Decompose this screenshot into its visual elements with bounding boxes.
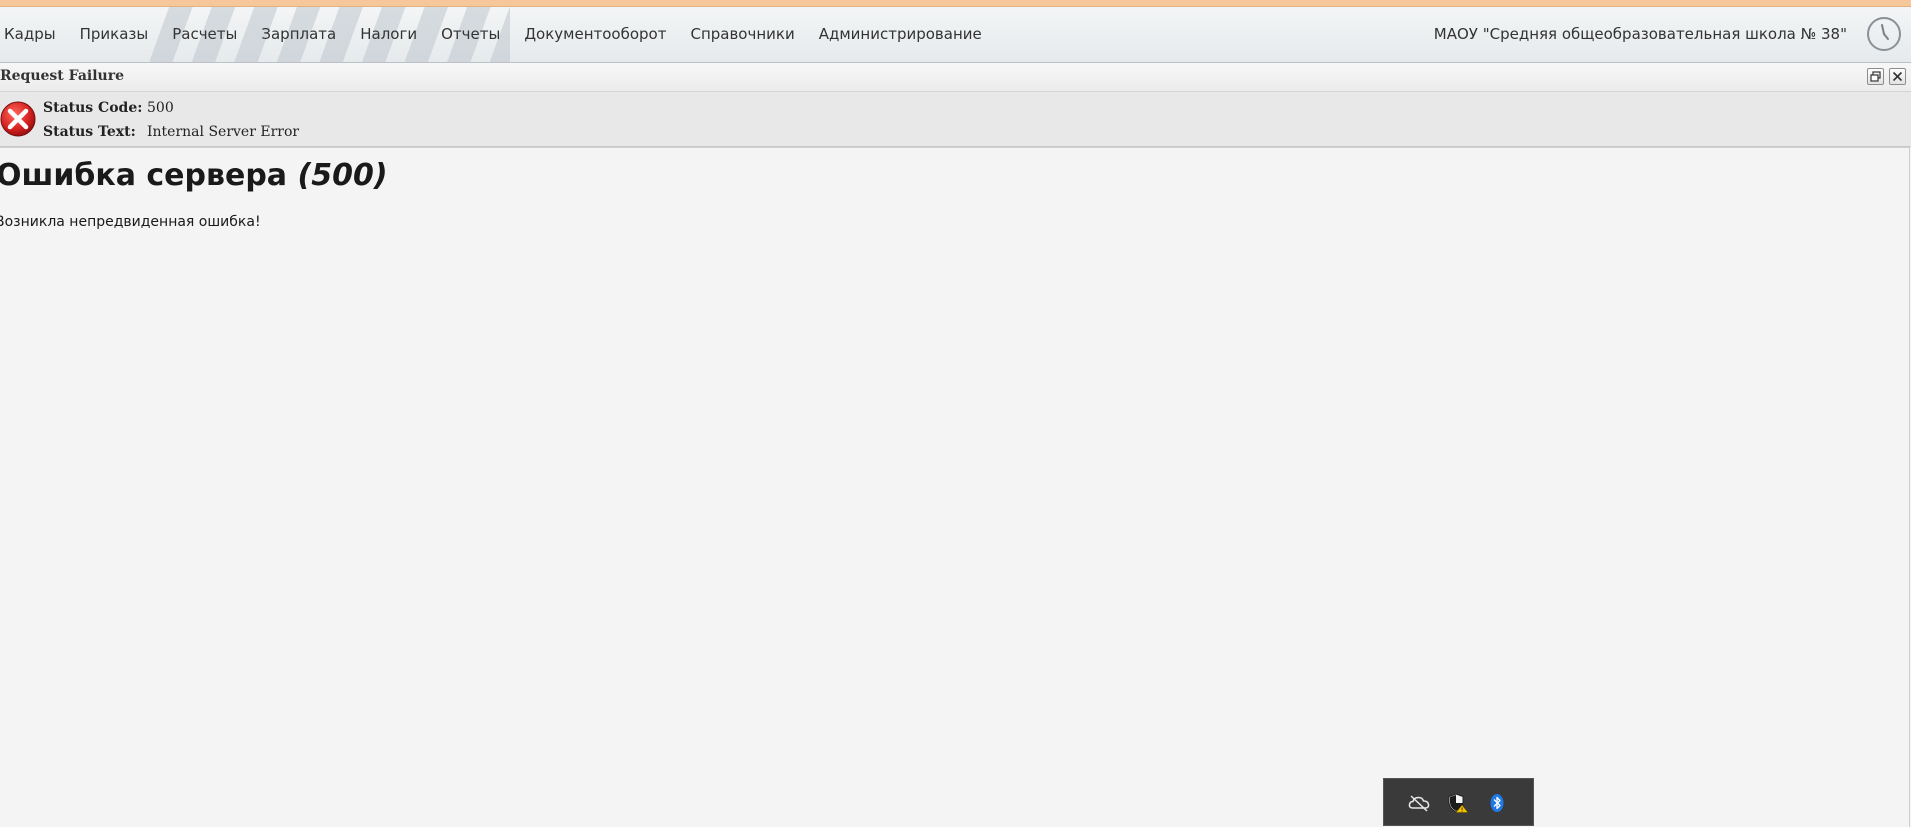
menu-item-raschety[interactable]: Расчеты <box>160 7 249 62</box>
main-menu: Кадры Приказы Расчеты Зарплата Налоги От… <box>0 7 994 62</box>
cloud-offline-icon[interactable] <box>1408 793 1430 813</box>
error-heading-text: Ошибка сервера <box>0 158 288 193</box>
status-text-value: Internal Server Error <box>147 124 300 140</box>
request-failure-panel-header: Request Failure <box>0 63 1911 92</box>
error-heading-code: (500) <box>297 158 388 193</box>
status-text-label: Status Text: <box>43 124 136 140</box>
menu-item-zarplata[interactable]: Зарплата <box>249 7 348 62</box>
status-code-label: Status Code: <box>43 100 143 116</box>
menu-item-administrirovanie[interactable]: Администрирование <box>807 7 994 62</box>
status-text-row: Status Text: Internal Server Error <box>43 124 299 140</box>
system-tray-popup <box>1383 778 1534 826</box>
restore-window-icon[interactable] <box>1867 68 1884 85</box>
error-icon <box>0 98 38 140</box>
menu-item-prikazy[interactable]: Приказы <box>68 7 161 62</box>
organization-name: МАОУ "Средняя общеобразовательная школа … <box>1433 25 1847 43</box>
main-menubar: Кадры Приказы Расчеты Зарплата Налоги От… <box>0 7 1911 63</box>
close-icon[interactable] <box>1889 68 1906 85</box>
panel-title: Request Failure <box>0 68 124 84</box>
menu-item-nalogi[interactable]: Налоги <box>348 7 429 62</box>
menu-item-dokumentooborot[interactable]: Документооборот <box>512 7 678 62</box>
bluetooth-icon[interactable] <box>1489 793 1511 813</box>
error-heading: Ошибка сервера (500) <box>0 158 388 193</box>
menu-item-otchety[interactable]: Отчеты <box>429 7 512 62</box>
menu-item-kadry[interactable]: Кадры <box>0 7 68 62</box>
status-info-box: Status Code: 500 Status Text: Internal Ser… <box>0 92 1911 147</box>
status-code-row: Status Code: 500 <box>43 100 174 116</box>
error-message: Возникла непредвиденная ошибка! <box>0 214 261 230</box>
clock-icon[interactable] <box>1867 17 1901 51</box>
error-content-area: Ошибка сервера (500) Возникла непредвиде… <box>0 147 1910 827</box>
menu-item-spravochniki[interactable]: Справочники <box>678 7 806 62</box>
security-shield-warning-icon[interactable] <box>1447 793 1469 813</box>
status-code-value: 500 <box>147 100 174 116</box>
top-accent-stripe <box>0 0 1911 7</box>
